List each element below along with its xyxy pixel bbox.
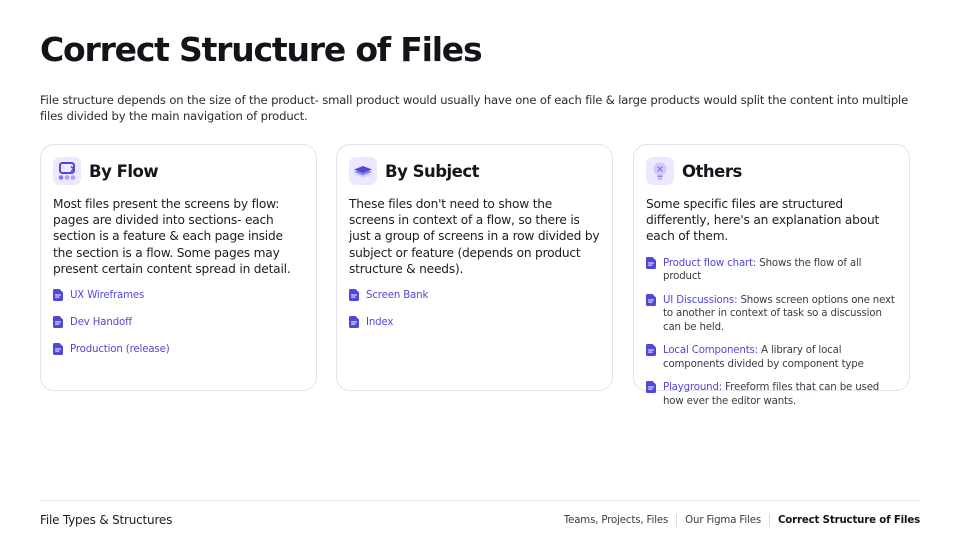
- file-link-list: Product flow chart: Shows the flow of al…: [646, 256, 897, 409]
- file-link-screen-bank[interactable]: Screen Bank: [349, 289, 600, 306]
- document-icon: [53, 316, 63, 333]
- card-header: By Subject: [349, 157, 600, 185]
- card-description: Some specific files are structured diffe…: [646, 197, 880, 244]
- file-link-playground[interactable]: Playground: Freeform files that can be u…: [646, 381, 897, 408]
- card-by-subject: By Subject These files don't need to sho…: [336, 144, 613, 391]
- document-icon: [646, 381, 656, 398]
- file-link-ux-wireframes[interactable]: UX Wireframes: [53, 289, 304, 306]
- document-icon: [349, 289, 359, 306]
- card-description: Most files present the screens by flow: …: [53, 197, 291, 276]
- link-label[interactable]: UI Discussions:: [663, 295, 738, 306]
- page-header: Correct Structure of Files: [40, 30, 483, 70]
- footer-nav-our-figma-files[interactable]: Our Figma Files: [676, 514, 769, 527]
- card-others: Others Some specific files are structure…: [633, 144, 910, 407]
- card-header: Others: [646, 157, 897, 185]
- link-label[interactable]: Product flow chart:: [663, 258, 756, 269]
- document-icon: [646, 256, 656, 274]
- page-title: Correct Structure of Files: [40, 30, 483, 69]
- file-link-dev-handoff[interactable]: Dev Handoff: [53, 316, 304, 333]
- file-link-index[interactable]: Index: [349, 316, 600, 333]
- footer-divider: [40, 500, 920, 501]
- file-link-product-flow-chart[interactable]: Product flow chart: Shows the flow of al…: [646, 256, 897, 284]
- card-description: These files don't need to show the scree…: [349, 197, 600, 276]
- card-title: Others: [682, 161, 742, 181]
- intro-text: File structure depends on the size of th…: [40, 93, 909, 123]
- link-label[interactable]: Local Components:: [663, 345, 758, 356]
- layers-icon: [349, 157, 377, 185]
- link-label[interactable]: UX Wireframes: [70, 290, 144, 301]
- link-label[interactable]: Dev Handoff: [70, 317, 132, 328]
- file-link-list: Screen Bank Index: [349, 289, 600, 333]
- file-link-production[interactable]: Production (release): [53, 343, 304, 360]
- lightbulb-icon: [646, 157, 674, 185]
- link-label[interactable]: Index: [366, 317, 393, 328]
- file-link-local-components[interactable]: Local Components: A library of local com…: [646, 344, 897, 371]
- card-title: By Subject: [385, 161, 480, 181]
- card-by-flow: By Flow Most files present the screens b…: [40, 144, 317, 391]
- flow-icon: [53, 157, 81, 185]
- link-label[interactable]: Production (release): [70, 344, 170, 355]
- footer-nav-correct-structure[interactable]: Correct Structure of Files: [768, 514, 920, 527]
- document-icon: [53, 343, 63, 360]
- file-link-ui-discussions[interactable]: UI Discussions: Shows screen options one…: [646, 293, 897, 335]
- footer-nav-teams-projects-files[interactable]: Teams, Projects, Files: [556, 514, 676, 527]
- footer-section-title: File Types & Structures: [40, 513, 173, 527]
- footer-nav: Teams, Projects, Files Our Figma Files C…: [556, 514, 920, 527]
- card-header: By Flow: [53, 157, 304, 185]
- document-icon: [53, 289, 63, 306]
- card-title: By Flow: [89, 161, 159, 181]
- document-icon: [646, 344, 656, 361]
- document-icon: [349, 316, 359, 333]
- document-icon: [646, 293, 656, 311]
- link-label[interactable]: Playground:: [663, 382, 722, 393]
- link-label[interactable]: Screen Bank: [366, 290, 428, 301]
- file-link-list: UX Wireframes Dev Handoff Production (re…: [53, 289, 304, 360]
